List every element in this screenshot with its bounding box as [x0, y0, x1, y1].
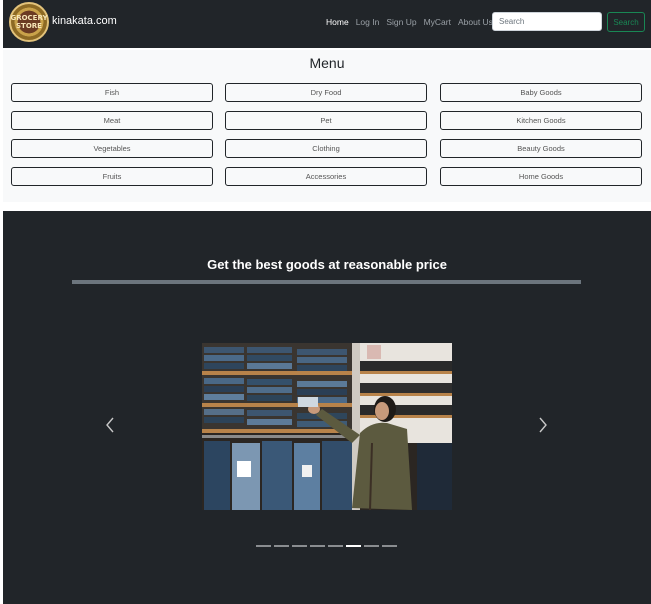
carousel-indicators	[256, 545, 397, 547]
carousel-image	[202, 343, 452, 510]
menu-item-baby-goods[interactable]: Baby Goods	[440, 83, 642, 102]
navbar: GROCERY STORE kinakata.com Home Log In Sign…	[3, 0, 651, 48]
carousel-indicator[interactable]	[292, 545, 307, 547]
chevron-left-icon[interactable]	[103, 413, 117, 437]
hero-carousel: Get the best goods at reasonable price	[3, 211, 651, 604]
carousel-indicator[interactable]	[328, 545, 343, 547]
nav-link-log-in[interactable]: Log In	[356, 17, 380, 27]
carousel-indicator[interactable]	[274, 545, 289, 547]
menu-item-fish[interactable]: Fish	[11, 83, 213, 102]
menu-item-beauty-goods[interactable]: Beauty Goods	[440, 139, 642, 158]
hero-divider	[72, 280, 581, 284]
nav-links: Home Log In Sign Up MyCart About Us	[326, 17, 500, 27]
brand-name[interactable]: kinakata.com	[52, 15, 117, 27]
menu-item-fruits[interactable]: Fruits	[11, 167, 213, 186]
menu-item-meat[interactable]: Meat	[11, 111, 213, 130]
menu-title: Menu	[309, 55, 345, 71]
carousel-indicator[interactable]	[364, 545, 379, 547]
carousel-indicator[interactable]	[310, 545, 325, 547]
search-input[interactable]	[492, 12, 602, 31]
menu-item-pet[interactable]: Pet	[225, 111, 427, 130]
nav-link-about-us[interactable]: About Us	[458, 17, 493, 27]
nav-link-sign-up[interactable]: Sign Up	[386, 17, 416, 27]
carousel-indicator[interactable]	[256, 545, 271, 547]
carousel-indicator[interactable]	[382, 545, 397, 547]
search-button[interactable]: Search	[607, 12, 645, 32]
chevron-right-icon[interactable]	[536, 413, 550, 437]
menu-item-accessories[interactable]: Accessories	[225, 167, 427, 186]
menu-item-kitchen-goods[interactable]: Kitchen Goods	[440, 111, 642, 130]
hero-title: Get the best goods at reasonable price	[207, 257, 447, 272]
menu-item-vegetables[interactable]: Vegetables	[11, 139, 213, 158]
menu-section: Menu Fish Meat Vegetables Fruits Dry Food Pet…	[3, 50, 651, 202]
carousel-indicator[interactable]	[346, 545, 361, 547]
store-logo[interactable]: GROCERY STORE	[9, 2, 49, 42]
menu-item-dry-food[interactable]: Dry Food	[225, 83, 427, 102]
menu-item-home-goods[interactable]: Home Goods	[440, 167, 642, 186]
nav-link-home[interactable]: Home	[326, 17, 349, 27]
nav-link-mycart[interactable]: MyCart	[424, 17, 451, 27]
menu-item-clothing[interactable]: Clothing	[225, 139, 427, 158]
